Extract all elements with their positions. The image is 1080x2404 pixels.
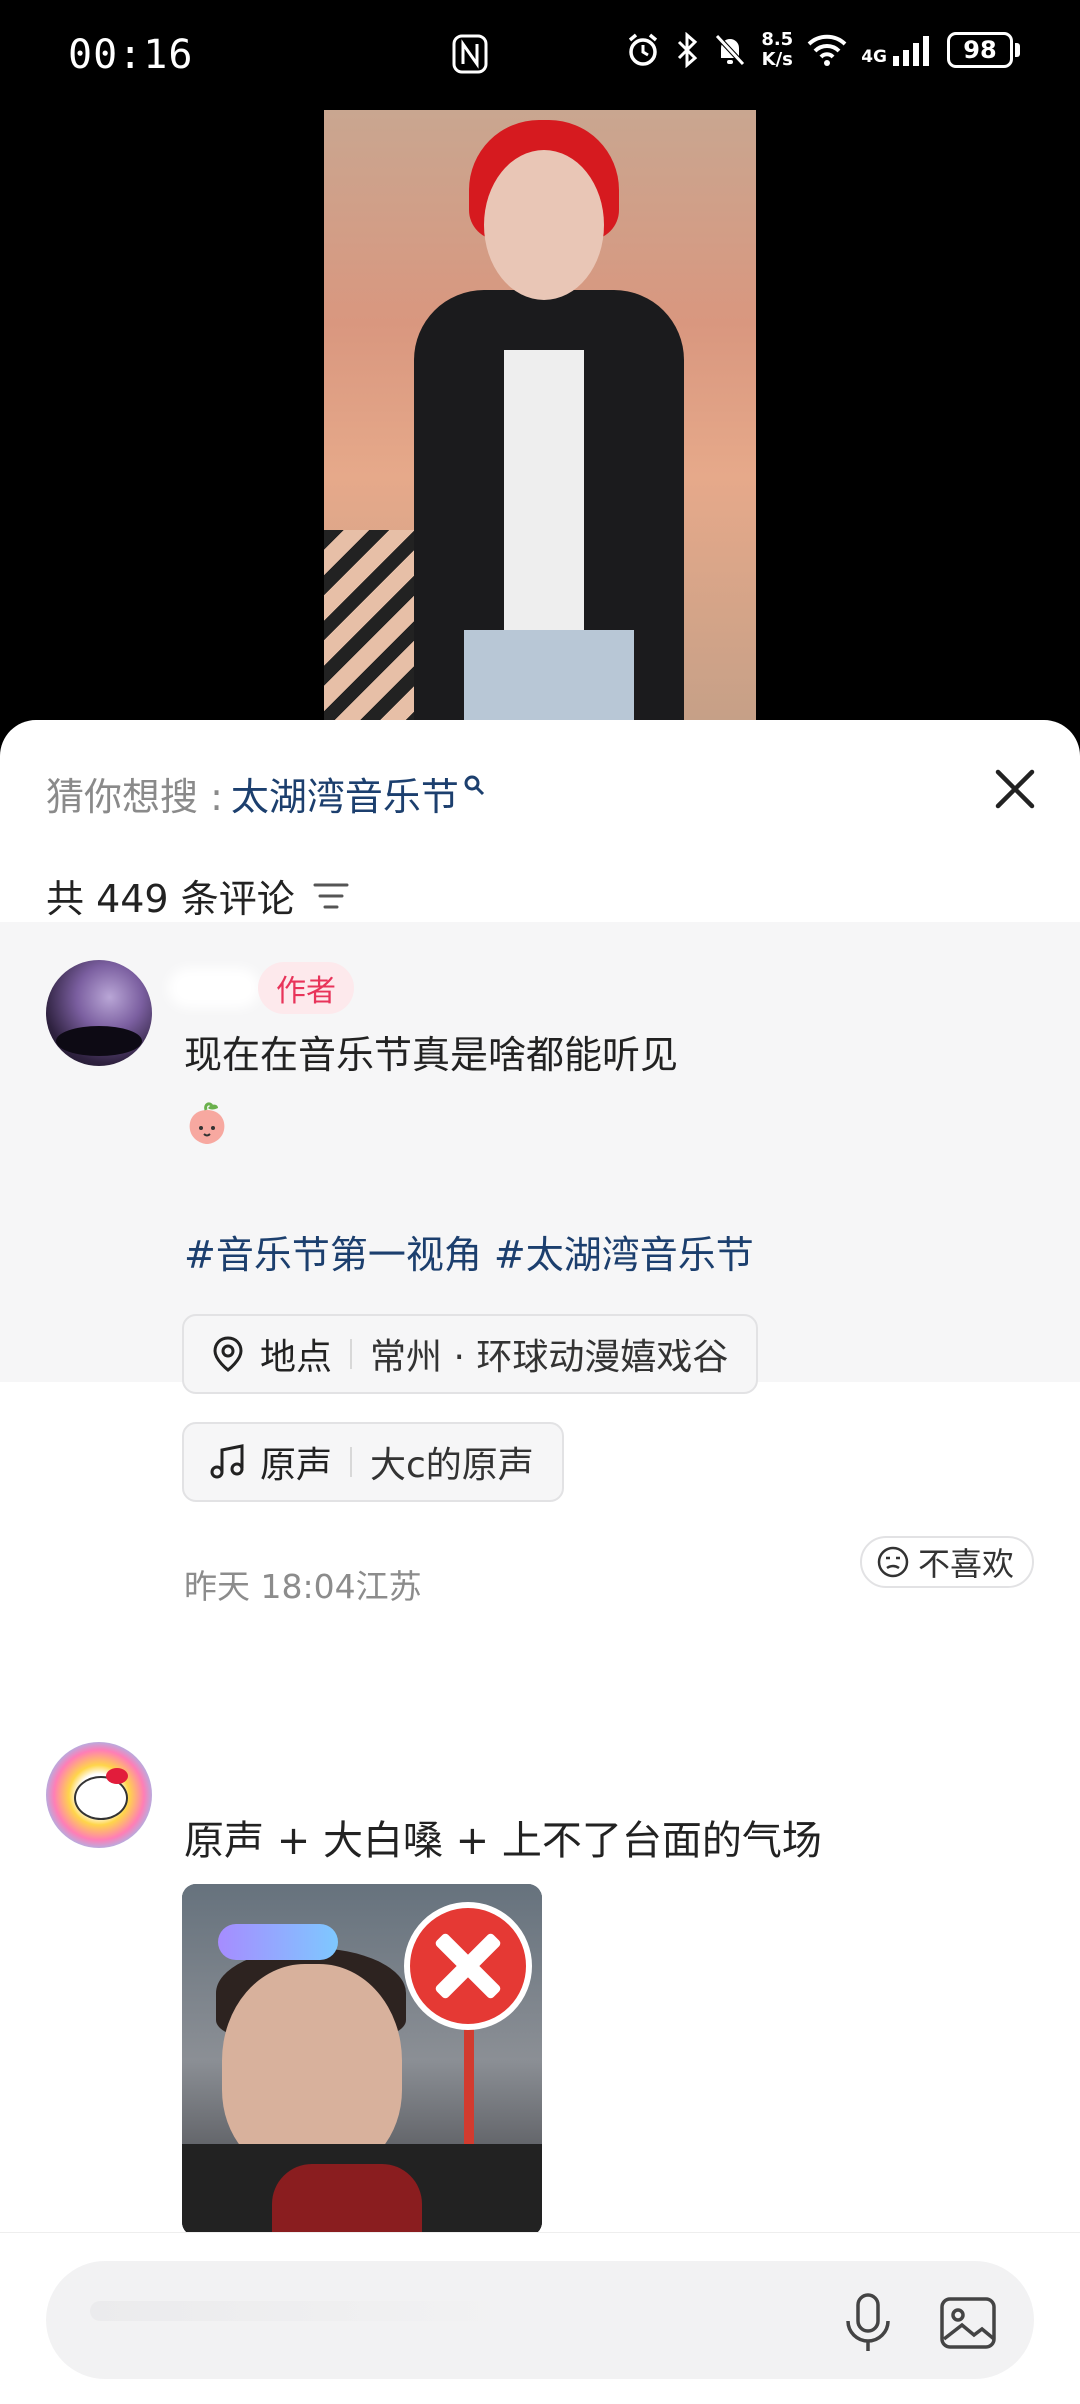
nfc-icon: [452, 34, 488, 74]
mute-bell-icon: [715, 34, 746, 66]
wifi-icon: [807, 34, 847, 66]
location-label: 地点: [260, 1337, 333, 1378]
comment-count-text: 共 449 条评论: [46, 877, 295, 921]
dislike-button[interactable]: 不喜欢: [859, 1536, 1034, 1588]
peach-emoji-icon: [189, 1102, 225, 1144]
net-speed: 8.5 K/s: [761, 30, 793, 70]
comment-image[interactable]: [182, 1884, 542, 2236]
sound-label: 原声: [260, 1445, 333, 1486]
image-icon[interactable]: [936, 2291, 1000, 2355]
video-player[interactable]: [324, 110, 756, 720]
status-icons: 8.5 K/s 4G 98: [625, 30, 1020, 70]
sound-value: 大c的原声: [370, 1445, 534, 1486]
author-avatar[interactable]: [46, 960, 152, 1066]
neutral-face-icon: [877, 1546, 909, 1578]
author-name-redacted: [168, 968, 260, 1008]
search-suggestion[interactable]: 猜你想搜 : 太湖湾音乐节: [46, 766, 485, 821]
bluetooth-icon: [678, 32, 698, 68]
suggest-keyword[interactable]: 太湖湾音乐节: [231, 766, 459, 821]
location-pin-icon: [213, 1336, 243, 1372]
dislike-label: 不喜欢: [917, 1545, 1014, 1583]
comment-sheet: 猜你想搜 : 太湖湾音乐节 共 449 条评论 作者 现在在音乐节真是啥都能听见…: [0, 720, 1080, 2403]
comment-text: 原声 + 大白嗓 + 上不了台面的气场: [184, 1818, 822, 1864]
commenter-avatar[interactable]: [46, 1742, 152, 1848]
comment-text: 现在在音乐节真是啥都能听见: [184, 1033, 679, 1077]
comment-input[interactable]: [46, 2261, 1034, 2379]
microphone-icon[interactable]: [840, 2291, 896, 2355]
author-comment: 作者 现在在音乐节真是啥都能听见 #音乐节第一视角 #太湖湾音乐节 地点 常州 …: [0, 922, 1080, 1606]
close-icon[interactable]: [988, 762, 1042, 816]
sort-filter-icon[interactable]: [313, 881, 349, 911]
suggest-prefix: 猜你想搜 :: [46, 775, 223, 819]
comment-count: 共 449 条评论: [46, 868, 349, 923]
status-bar: 00:16 8.5 K/s 4G 98: [0, 0, 1080, 110]
music-note-icon: [210, 1444, 244, 1479]
location-chip[interactable]: 地点 常州 · 环球动漫嬉戏谷: [182, 1314, 759, 1394]
author-badge: 作者: [258, 962, 354, 1014]
location-value: 常州 · 环球动漫嬉戏谷: [370, 1337, 729, 1378]
battery-level: 98: [963, 36, 997, 64]
comment-input-bar: [0, 2232, 1080, 2404]
hashtags-link[interactable]: #音乐节第一视角 #太湖湾音乐节: [184, 1224, 754, 1279]
comment-meta: 昨天 18:04江苏: [184, 1567, 422, 1606]
alarm-icon: [629, 33, 658, 66]
network-type: 4G: [861, 47, 887, 67]
net-speed-unit: K/s: [761, 49, 793, 70]
clock: 00:16: [68, 32, 194, 78]
search-icon: [464, 775, 484, 795]
signal-bars-icon: [893, 36, 929, 66]
cellular-signal: 4G: [861, 34, 933, 66]
net-speed-value: 8.5: [761, 29, 794, 50]
sound-chip[interactable]: 原声 大c的原声: [182, 1422, 564, 1502]
battery-indicator: 98: [947, 32, 1020, 68]
input-placeholder-redacted: [90, 2301, 510, 2321]
